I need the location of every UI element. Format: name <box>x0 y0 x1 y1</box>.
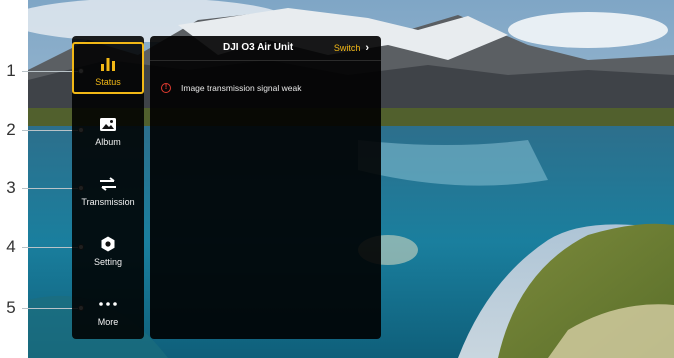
menu-item-label: Album <box>95 137 121 147</box>
switch-label: Switch <box>333 43 361 53</box>
transmission-arrows-icon <box>72 176 144 192</box>
callout-number-5: 5 <box>6 298 16 317</box>
alert-text: Image transmission signal weak <box>181 83 302 93</box>
settings-hexagon-icon <box>72 236 144 252</box>
menu-item-status[interactable]: Status <box>72 42 144 94</box>
warning-circle-icon: ! <box>161 83 171 93</box>
device-title: DJI O3 Air Unit <box>223 42 294 53</box>
callout-number-4: 4 <box>6 237 16 256</box>
menu-item-album[interactable]: Album <box>72 104 144 156</box>
menu-item-label: More <box>97 317 119 327</box>
menu-item-label: Status <box>95 77 121 87</box>
side-menu: Status Album Transmission Setting More <box>72 36 144 339</box>
callout-number-1: 1 <box>6 61 16 80</box>
callout-number-2: 2 <box>6 120 16 139</box>
panel-header: DJI O3 Air Unit Switch › <box>150 36 381 61</box>
menu-item-setting[interactable]: Setting <box>72 224 144 276</box>
status-panel: DJI O3 Air Unit Switch › ! Image transmi… <box>150 36 381 339</box>
chevron-right-icon: › <box>365 42 369 54</box>
menu-item-transmission[interactable]: Transmission <box>72 164 144 216</box>
menu-item-label: Transmission <box>81 197 135 207</box>
switch-button[interactable]: Switch › <box>334 41 369 55</box>
callout-number-3: 3 <box>6 178 16 197</box>
status-bars-icon <box>74 56 142 72</box>
menu-item-label: Setting <box>93 257 123 267</box>
more-dots-icon <box>72 296 144 312</box>
alert-row: ! Image transmission signal weak <box>161 83 301 93</box>
menu-item-more[interactable]: More <box>72 284 144 336</box>
album-image-icon <box>72 116 144 132</box>
